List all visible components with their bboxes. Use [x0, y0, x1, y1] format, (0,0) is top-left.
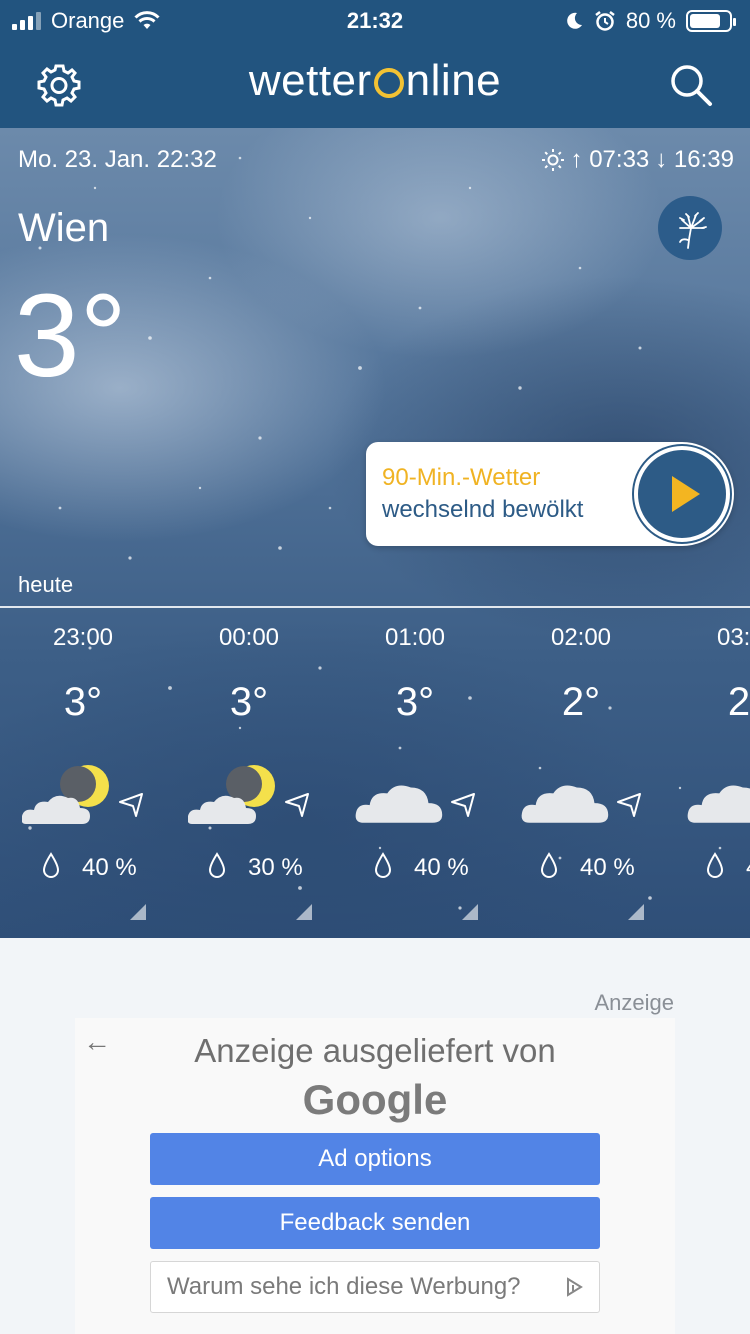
logo-text-right: nline	[405, 56, 502, 105]
hour-time: 23:00	[52, 624, 114, 651]
hour-temperature: 3°	[229, 680, 269, 724]
adchoices-icon	[567, 1277, 583, 1297]
hourly-item[interactable]: 01:00 3° 40 %	[332, 620, 498, 930]
raindrop-icon	[540, 852, 558, 878]
wind-direction-icon	[617, 793, 641, 817]
wind-direction-icon	[285, 793, 309, 817]
raindrop-icon	[208, 852, 226, 878]
status-right: 80 %	[564, 8, 736, 34]
hour-time: 00:00	[218, 624, 280, 651]
raindrop-icon	[706, 852, 724, 878]
status-bar: Orange 21:32 80 %	[0, 0, 750, 42]
expand-corner-icon	[628, 904, 644, 920]
sun-times: ↑ 07:33 ↓ 16:39	[541, 146, 734, 174]
dandelion-icon	[679, 212, 707, 249]
precipitation-probability: 40 %	[414, 854, 469, 881]
precipitation-probability: 40 %	[580, 854, 635, 881]
sun-icon	[541, 149, 564, 171]
wind-direction-icon	[451, 793, 475, 817]
expand-corner-icon	[462, 904, 478, 920]
ad-options-button[interactable]: Ad options	[150, 1133, 600, 1185]
divider	[0, 606, 750, 608]
current-datetime: Mo. 23. Jan. 22:32	[18, 146, 217, 173]
cloudy-icon	[521, 785, 609, 823]
logo-text-left: wetter	[248, 56, 372, 105]
city-name: Wien	[18, 206, 110, 250]
hour-time: 03:00	[716, 624, 750, 651]
sunrise-time: ↑ 07:33	[570, 146, 650, 173]
raindrop-icon	[42, 852, 60, 878]
raindrop-icon	[374, 852, 392, 878]
battery-percent: 80 %	[625, 8, 676, 33]
hourly-item[interactable]: 00:00 3° 30 %	[166, 620, 332, 930]
nowcast-title: 90-Min.-Wetter	[382, 464, 541, 491]
precipitation-probability: 40 %	[746, 854, 750, 882]
hour-temperature: 3°	[395, 680, 435, 724]
partly-cloudy-night-icon	[22, 765, 109, 824]
expand-corner-icon	[130, 904, 146, 920]
feedback-button[interactable]: Feedback senden	[150, 1197, 600, 1249]
battery-icon	[686, 10, 736, 32]
partly-cloudy-night-icon	[188, 765, 275, 824]
top-bar: Orange 21:32 80 % wetter nline	[0, 0, 750, 128]
app-logo: wetter nline	[0, 56, 750, 106]
weather-hero: Mo. 23. Jan. 22:32 ↑ 07:33 ↓ 16:39 Wien …	[0, 128, 750, 938]
hour-temperature: 2°	[727, 680, 750, 724]
hour-temperature: 2°	[561, 680, 601, 724]
moon-icon	[567, 12, 582, 29]
cloudy-icon	[355, 785, 443, 823]
why-this-ad-button[interactable]: Warum sehe ich diese Werbung?	[150, 1261, 600, 1313]
play-button[interactable]	[634, 446, 730, 542]
wind-direction-icon	[119, 793, 143, 817]
nowcast-card[interactable]: 90-Min.-Wetter wechselnd bewölkt	[366, 442, 734, 546]
search-icon[interactable]	[666, 60, 716, 110]
pollen-button[interactable]	[658, 196, 722, 260]
why-this-ad-label: Warum sehe ich diese Werbung?	[167, 1273, 521, 1300]
google-logo: Google	[302, 1076, 448, 1123]
hour-temperature: 3°	[63, 680, 103, 724]
precipitation-probability: 40 %	[82, 854, 137, 881]
hourly-item[interactable]: 23:00 3° 40 %	[0, 620, 166, 930]
hourly-item[interactable]: 02:00 2° 40 %	[498, 620, 664, 930]
app-bar: wetter nline	[0, 42, 750, 128]
cloudy-icon	[687, 785, 750, 823]
play-icon	[672, 476, 700, 512]
current-temperature: 3°	[14, 270, 127, 402]
hourly-item[interactable]: 03:00 2° 40 %	[664, 620, 750, 930]
sunset-time: ↓ 16:39	[655, 146, 734, 173]
precipitation-probability: 30 %	[248, 854, 303, 881]
ad-label: Anzeige	[594, 990, 674, 1015]
alarm-icon	[595, 11, 615, 31]
ad-title: Anzeige ausgeliefert von	[194, 1032, 556, 1069]
nowcast-subtitle: wechselnd bewölkt	[382, 496, 584, 523]
hour-time: 02:00	[550, 624, 612, 651]
logo-sun-icon	[373, 68, 404, 98]
hour-time: 01:00	[384, 624, 446, 651]
forecast-day-label: heute	[18, 572, 74, 597]
ad-container: ← Anzeige ausgeliefert von Google Ad opt…	[75, 1018, 675, 1334]
expand-corner-icon	[296, 904, 312, 920]
